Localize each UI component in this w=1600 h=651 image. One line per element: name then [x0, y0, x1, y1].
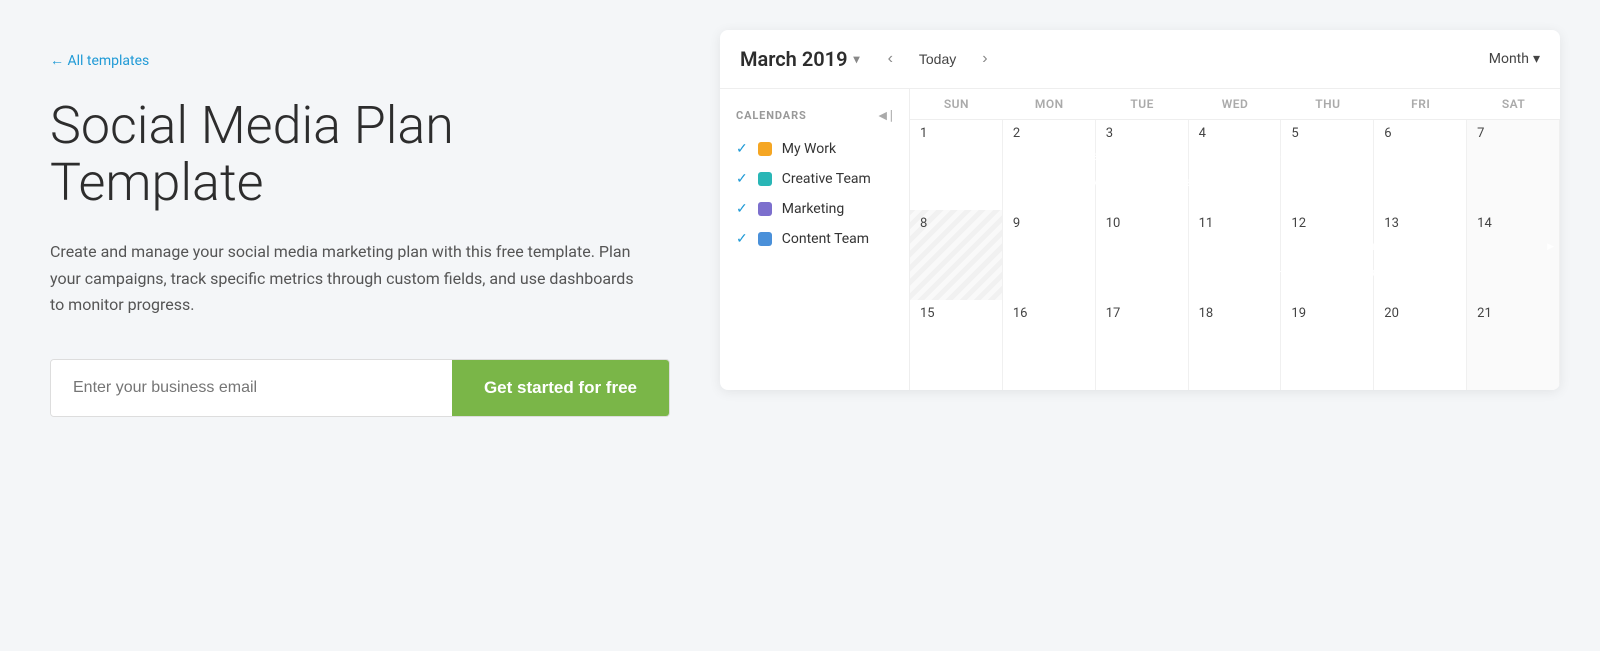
day-header-thu: Thu	[1281, 89, 1374, 119]
cell-mar-17[interactable]: 17	[1096, 300, 1189, 390]
cell-mar-11[interactable]: 11	[1189, 210, 1282, 300]
email-input[interactable]	[51, 360, 452, 416]
today-button[interactable]: Today	[911, 47, 964, 71]
page-container: ← All templates Social Media Plan Templa…	[40, 30, 1560, 437]
view-selector[interactable]: Month ▾	[1489, 51, 1540, 67]
calendar-item-marketing[interactable]: ✓ Marketing	[720, 194, 909, 224]
date-3: 3	[1100, 126, 1184, 141]
back-link[interactable]: ← All templates	[50, 52, 149, 69]
next-month-button[interactable]: ›	[976, 46, 993, 72]
day-header-fri: Fri	[1374, 89, 1467, 119]
week-2: 8 9 10 11 12	[910, 210, 1560, 300]
date-21: 21	[1471, 306, 1555, 321]
color-dot-content-team	[758, 232, 772, 246]
month-year-label: March 2019	[740, 47, 848, 71]
week-1: 1 2 3 4 5	[910, 120, 1560, 210]
day-header-tue: Tue	[1096, 89, 1189, 119]
calendar-label-creative-team: Creative Team	[782, 171, 871, 187]
date-2: 2	[1007, 126, 1091, 141]
day-header-sat: Sat	[1467, 89, 1560, 119]
cell-mar-18[interactable]: 18	[1189, 300, 1282, 390]
color-dot-my-work	[758, 142, 772, 156]
event-internal-mention[interactable]: Internal @ mention initiative	[1189, 146, 1466, 168]
check-icon-marketing: ✓	[736, 201, 748, 217]
check-icon-my-work: ✓	[736, 141, 748, 157]
week-3-cells: 15 16 17 18 19	[910, 300, 1560, 390]
cell-mar-1[interactable]: 1	[910, 120, 1003, 210]
calendar-month-title: March 2019 ▾	[740, 47, 860, 71]
calendar-label-marketing: Marketing	[782, 201, 845, 217]
calendar-panel: March 2019 ▾ ‹ Today › Month ▾ CALENDARS…	[720, 30, 1560, 390]
calendar-label-my-work: My Work	[782, 141, 836, 157]
cell-mar-21[interactable]: 21	[1467, 300, 1560, 390]
calendar-item-my-work[interactable]: ✓ My Work	[720, 134, 909, 164]
prev-month-button[interactable]: ‹	[882, 46, 899, 72]
cell-mar-8[interactable]: 8	[910, 210, 1003, 300]
cta-button[interactable]: Get started for free	[452, 360, 669, 416]
date-19: 19	[1285, 306, 1369, 321]
cell-mar-7[interactable]: 7	[1467, 120, 1560, 210]
calendars-label: CALENDARS	[736, 109, 807, 122]
cell-mar-9[interactable]: 9	[1003, 210, 1096, 300]
calendar-sidebar: CALENDARS ◄| ✓ My Work ✓ Creative Team	[720, 89, 910, 390]
color-dot-marketing	[758, 202, 772, 216]
date-17: 17	[1100, 306, 1184, 321]
sidebar-header: CALENDARS ◄|	[720, 101, 909, 134]
cell-mar-20[interactable]: 20	[1374, 300, 1467, 390]
view-label: Month	[1489, 51, 1529, 67]
date-7: 7	[1471, 126, 1555, 141]
calendar-item-creative-team[interactable]: ✓ Creative Team	[720, 164, 909, 194]
date-18: 18	[1193, 306, 1277, 321]
date-5: 5	[1285, 126, 1369, 141]
page-title: Social Media Plan Template	[50, 97, 670, 211]
calendar-label-content-team: Content Team	[782, 231, 869, 247]
date-10: 10	[1100, 216, 1184, 231]
cell-mar-15[interactable]: 15	[910, 300, 1003, 390]
event-employee-appreciation-launch[interactable]: #EmployeeAppreciation launch	[1096, 172, 1465, 194]
day-header-sun: Sun	[910, 89, 1003, 119]
week-3: 15 16 17 18 19	[910, 300, 1560, 390]
page-description: Create and manage your social media mark…	[50, 239, 650, 318]
date-1: 1	[914, 126, 998, 141]
calendar-body: CALENDARS ◄| ✓ My Work ✓ Creative Team	[720, 89, 1560, 390]
date-15: 15	[914, 306, 998, 321]
cell-mar-10[interactable]: 10	[1096, 210, 1189, 300]
date-4: 4	[1193, 126, 1277, 141]
date-16: 16	[1007, 306, 1091, 321]
day-headers-row: Sun Mon Tue Wed Thu Fri Sat	[910, 89, 1560, 120]
calendar-item-content-team[interactable]: ✓ Content Team	[720, 224, 909, 254]
calendar-header: March 2019 ▾ ‹ Today › Month ▾	[720, 30, 1560, 89]
date-14: 14	[1471, 216, 1555, 231]
date-11: 11	[1193, 216, 1277, 231]
day-header-wed: Wed	[1189, 89, 1282, 119]
cell-mar-19[interactable]: 19	[1281, 300, 1374, 390]
date-12: 12	[1285, 216, 1369, 231]
view-chevron-icon: ▾	[1533, 51, 1540, 67]
sidebar-collapse-icon[interactable]: ◄|	[876, 107, 893, 124]
date-20: 20	[1378, 306, 1462, 321]
date-13: 13	[1378, 216, 1462, 231]
color-dot-creative-team	[758, 172, 772, 186]
left-panel: ← All templates Social Media Plan Templa…	[40, 30, 680, 437]
event-employee-happiness-campaign[interactable]: Employee Happiness campaign	[1281, 236, 1558, 258]
month-dropdown-icon[interactable]: ▾	[854, 52, 860, 66]
email-form: Get started for free	[50, 359, 670, 417]
cell-mar-16[interactable]: 16	[1003, 300, 1096, 390]
day-header-mon: Mon	[1003, 89, 1096, 119]
check-icon-content-team: ✓	[736, 231, 748, 247]
calendar-grid: Sun Mon Tue Wed Thu Fri Sat 1 2	[910, 89, 1560, 390]
date-6: 6	[1378, 126, 1462, 141]
date-9: 9	[1007, 216, 1091, 231]
event-post-happiness-poll[interactable]: Post Happiness poll on Facebook	[1286, 262, 1470, 284]
date-8: 8	[914, 216, 998, 231]
check-icon-creative-team: ✓	[736, 171, 748, 187]
